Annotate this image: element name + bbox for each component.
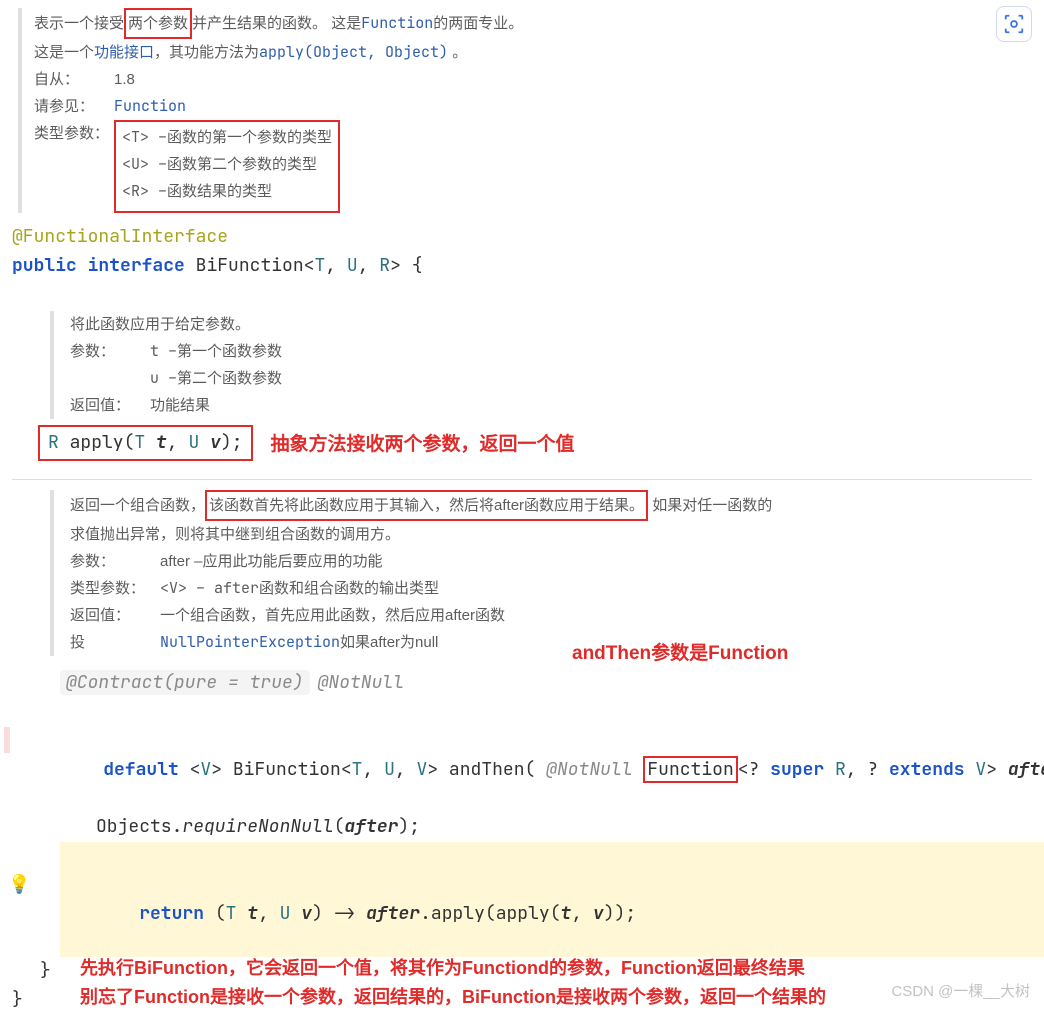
function-box: Function	[643, 756, 737, 783]
see-label: 请参见：	[34, 93, 114, 120]
type-param-u: <U> –函数第二个参数的类型	[122, 151, 332, 178]
param-t: t –第一个函数参数	[150, 338, 282, 365]
type-params-label: 类型参数：	[70, 575, 160, 602]
andthen-signature: default <V> BiFunction<T, U, V> andThen(…	[60, 698, 1032, 813]
text: 并产生结果的函数。 这是	[192, 15, 361, 32]
type-param-r: <R> –函数结果的类型	[122, 178, 332, 205]
text: 求值抛出异常，则将其中继到组合函数的调用方。	[70, 521, 1032, 548]
text: 如果after为null	[340, 634, 438, 651]
bottom-annotation: 先执行BiFunction，它会返回一个值，将其作为Functiond的参数，F…	[80, 957, 805, 986]
lens-button[interactable]	[996, 6, 1032, 42]
return-label: 返回值：	[70, 602, 160, 629]
text: 。	[448, 44, 467, 61]
see-link[interactable]: Function	[114, 93, 186, 120]
requireNonNull-line: Objects.requireNonNull(after);	[60, 813, 1032, 842]
andthen-doc: 返回一个组合函数，该函数首先将此函数应用于其输入，然后将after函数应用于结果…	[50, 490, 1032, 656]
throws-link[interactable]: NullPointerException	[160, 632, 340, 652]
bottom-annotation-2: 别忘了Function是接收一个参数，返回结果的，BiFunction是接收两个…	[80, 986, 826, 1015]
text: 表示一个接受	[34, 15, 124, 32]
params-label: 参数：	[70, 338, 150, 365]
apply-summary: 将此函数应用于给定参数。	[70, 311, 1032, 338]
type-param-v: <V> – after函数和组合函数的输出类型	[160, 575, 439, 602]
class-doc: 表示一个接受两个参数并产生结果的函数。 这是Function的两面专业。 这是一…	[18, 8, 1032, 213]
return-value: 功能结果	[150, 392, 210, 419]
text: ，其功能方法为	[154, 44, 259, 61]
link-functional-interface[interactable]: 功能接口	[94, 44, 154, 61]
return-value: 一个组合函数，首先应用此函数，然后应用after函数	[160, 602, 505, 629]
return-line: 💡 return (T t, U v) -> after.apply(apply…	[60, 842, 1044, 957]
param-after: after –应用此功能后要应用的功能	[160, 548, 383, 575]
params-label: 参数：	[70, 548, 160, 575]
throws-label: 投	[70, 629, 160, 656]
type-params-box: <T> –函数的第一个参数的类型 <U> –函数第二个参数的类型 <R> –函数…	[114, 120, 340, 213]
closing-brace-inner: }	[40, 957, 80, 986]
link-function[interactable]: Function	[361, 13, 433, 33]
text: 这是一个	[34, 44, 94, 61]
text: 返回一个组合函数，	[70, 497, 205, 514]
notnull-annotation: @NotNull	[318, 671, 404, 694]
class-declaration: public interface BiFunction<T, U, R> {	[12, 252, 1032, 281]
text: 如果对任一函数的	[648, 497, 772, 514]
closing-brace-outer: }	[12, 986, 80, 1015]
bulb-icon[interactable]: 💡	[8, 871, 30, 900]
type-params-label: 类型参数：	[34, 120, 114, 213]
class-annotation: @FunctionalInterface	[12, 223, 1032, 252]
type-param-t: <T> –函数的第一个参数的类型	[122, 124, 332, 151]
return-label: 返回值：	[70, 392, 150, 419]
contract-annotation: @Contract(pure = true)	[60, 670, 310, 695]
apply-annotation: 抽象方法接收两个参数，返回一个值	[271, 429, 575, 456]
apply-doc: 将此函数应用于给定参数。 参数：t –第一个函数参数 u –第二个函数参数 返回…	[50, 311, 1032, 419]
andthen-highlight: 该函数首先将此函数应用于其输入，然后将after函数应用于结果。	[205, 490, 648, 521]
since-value: 1.8	[114, 66, 135, 93]
since-label: 自从：	[34, 66, 114, 93]
andthen-annotation: andThen参数是Function	[572, 638, 1032, 665]
text: 的两面专业。	[433, 15, 523, 32]
param-u: u –第二个函数参数	[150, 365, 282, 392]
lens-icon	[1003, 13, 1025, 35]
apply-signature-box: R apply(T t, U v);	[38, 425, 253, 462]
link-apply[interactable]: apply(Object, Object)	[259, 42, 448, 62]
highlight-two-params: 两个参数	[124, 8, 192, 39]
andthen-code: @Contract(pure = true) @NotNull default <…	[60, 669, 1032, 957]
